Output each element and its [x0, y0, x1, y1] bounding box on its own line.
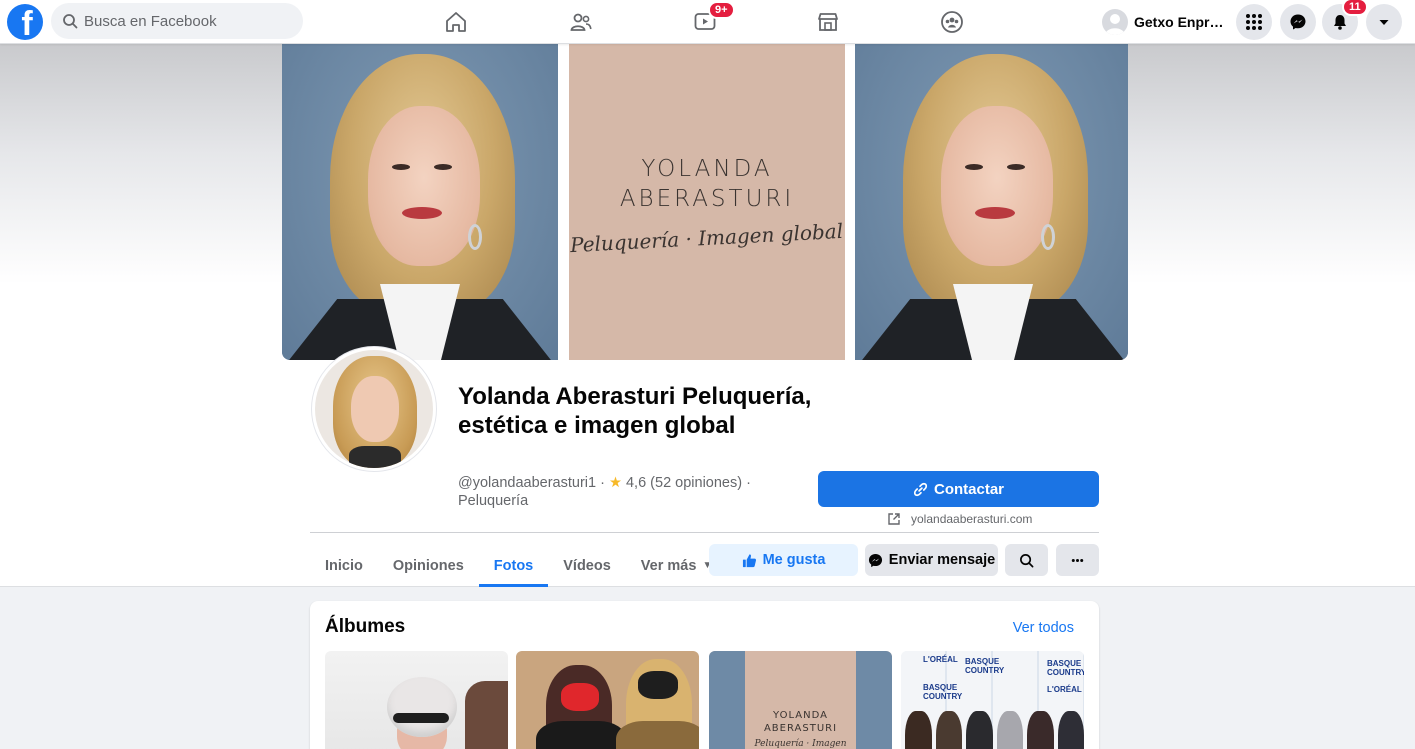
page-tabs: Inicio Opiniones Fotos Vídeos Ver más ▼ — [310, 544, 727, 587]
album-thumbnail[interactable]: L'ORÉAL BASQUE COUNTRY BASQUE COUNTRY L'… — [901, 651, 1084, 749]
album-brand-line-1: YOLANDA — [773, 710, 828, 721]
caret-down-icon — [1379, 20, 1389, 25]
contact-label: Contactar — [933, 480, 1004, 498]
profile-shortcut[interactable]: Getxo Enpr… — [1098, 4, 1231, 40]
album-thumbnail[interactable] — [325, 651, 508, 749]
brand-line-2: ABERASTURI — [619, 186, 795, 212]
contact-button[interactable]: Contactar — [818, 471, 1099, 507]
tab-fotos[interactable]: Fotos — [478, 544, 549, 587]
cover-portrait-right — [855, 44, 1128, 360]
send-message-button[interactable]: Enviar mensaje — [865, 544, 998, 576]
notifications-button[interactable]: 11 — [1322, 0, 1368, 40]
see-all-link[interactable]: Ver todos — [1013, 620, 1074, 636]
website-label[interactable]: yolandaaberasturi.com — [911, 512, 1032, 526]
tab-inicio[interactable]: Inicio — [310, 544, 378, 587]
nav-marketplace[interactable] — [773, 0, 883, 44]
send-message-label: Enviar mensaje — [888, 552, 996, 568]
friends-icon — [570, 13, 592, 31]
more-options-button[interactable] — [1056, 544, 1099, 576]
menu-grid-icon — [1246, 14, 1262, 30]
brand-script: Peluquería · Imagen global — [569, 218, 845, 258]
search-box[interactable] — [51, 3, 303, 39]
album-logo-text: L'ORÉAL — [1047, 685, 1082, 694]
watch-badge: 9+ — [708, 1, 735, 19]
header-divider — [310, 532, 1099, 533]
cover-portrait-left — [282, 44, 558, 360]
page-rating[interactable]: 4,6 (52 opiniones) — [626, 475, 742, 491]
album-logo-text: L'ORÉAL — [923, 655, 958, 664]
search-icon — [63, 14, 78, 29]
page-category[interactable]: Peluquería — [458, 493, 528, 509]
bell-icon — [1334, 15, 1346, 30]
menu-button[interactable] — [1236, 4, 1272, 40]
messenger-button[interactable] — [1280, 4, 1316, 40]
album-brand-script: Peluquería · Imagen global — [754, 739, 847, 749]
search-input[interactable] — [84, 12, 284, 30]
nav-groups[interactable] — [897, 0, 1007, 44]
star-icon: ★ — [608, 475, 622, 491]
page-search-button[interactable] — [1005, 544, 1048, 576]
album-logo-text: BASQUE COUNTRY — [923, 683, 963, 701]
groups-icon — [941, 11, 963, 33]
tab-opiniones[interactable]: Opiniones — [378, 544, 479, 587]
top-navigation-bar: f 9+ Getxo Enpr… 11 — [0, 0, 1415, 44]
nav-watch[interactable]: 9+ — [650, 0, 760, 44]
messenger-icon — [868, 553, 882, 567]
link-icon — [913, 482, 928, 496]
notifications-badge: 11 — [1342, 0, 1368, 16]
albums-card: Álbumes Ver todos YOLANDA ABERASTURI Pel… — [310, 601, 1099, 749]
like-label: Me gusta — [762, 552, 826, 568]
home-icon — [446, 12, 466, 32]
marketplace-icon — [818, 13, 838, 31]
cover-brand-panel: YOLANDA ABERASTURI Peluquería · Imagen g… — [569, 44, 845, 360]
nav-home[interactable] — [401, 0, 511, 44]
album-thumbnail[interactable] — [516, 651, 699, 749]
albums-title: Álbumes — [325, 616, 406, 637]
website-link[interactable]: yolandaaberasturi.com — [887, 512, 1032, 526]
facebook-logo-icon[interactable]: f — [7, 4, 43, 40]
cover-photo[interactable]: YOLANDA ABERASTURI Peluquería · Imagen g… — [282, 44, 1128, 360]
brand-line-1: YOLANDA — [641, 156, 773, 182]
page-title: Yolanda Aberasturi Peluquería, estética … — [458, 383, 812, 439]
thumbs-up-icon — [742, 553, 756, 567]
external-link-icon — [888, 513, 900, 525]
tab-videos[interactable]: Vídeos — [548, 544, 626, 587]
page-handle: @yolandaaberasturi1 — [458, 475, 597, 491]
nav-friends[interactable] — [526, 0, 636, 44]
profile-name: Getxo Enpr… — [1134, 14, 1224, 30]
avatar — [1102, 9, 1128, 35]
ellipsis-icon — [1071, 558, 1084, 562]
search-icon — [1020, 553, 1034, 567]
album-brand-line-2: ABERASTURI — [763, 723, 838, 734]
album-logo-text: BASQUE COUNTRY — [1047, 659, 1084, 677]
page-profile-picture[interactable] — [312, 347, 436, 471]
album-thumbnail[interactable]: YOLANDA ABERASTURI Peluquería · Imagen g… — [709, 651, 892, 749]
album-logo-text: BASQUE COUNTRY — [965, 657, 1005, 675]
messenger-icon — [1290, 14, 1306, 30]
like-button[interactable]: Me gusta — [709, 544, 858, 576]
account-button[interactable] — [1366, 4, 1402, 40]
page-meta: @yolandaaberasturi1 · ★ 4,6 (52 opinione… — [458, 475, 751, 509]
